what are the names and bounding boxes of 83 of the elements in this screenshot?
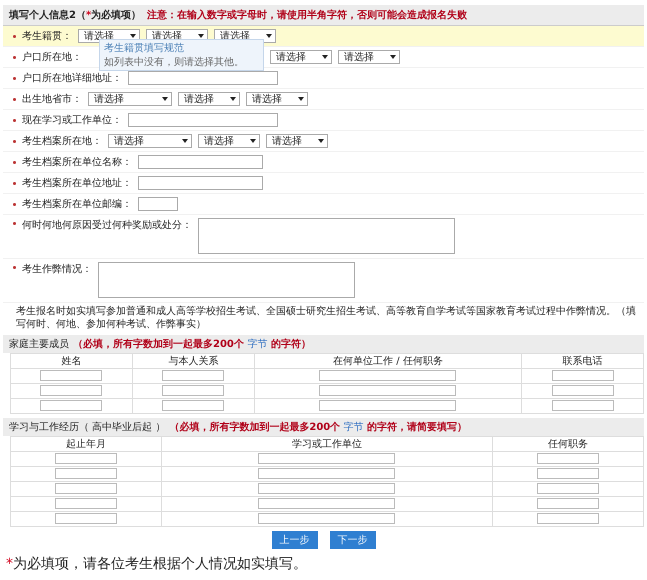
caret-icon [230, 97, 236, 101]
input-field[interactable] [138, 197, 178, 211]
input-field[interactable] [128, 71, 278, 85]
column-header: 起止年月 [10, 436, 162, 452]
dropdown[interactable]: 请选择 [178, 92, 240, 106]
column-header: 在何单位工作 / 任何职务 [254, 354, 522, 368]
input-field[interactable] [258, 498, 396, 510]
field-label: 考生档案所在单位邮编： [22, 198, 132, 211]
tooltip-text: 如列表中没有，则请选择其他。 [104, 56, 245, 69]
dropdown[interactable]: 请选择 [266, 134, 328, 148]
warning-text: 注意：在输入数字或字母时，请使用半角字符，否则可能会造成报名失败 [147, 8, 468, 22]
input-field[interactable] [536, 468, 599, 480]
input-field[interactable] [319, 400, 456, 412]
caret-icon [390, 55, 396, 59]
field-label: 户口所在地： [22, 50, 82, 64]
footer-note: *为必填项，请各位考生根据个人情况如实填写。 [6, 555, 308, 573]
input-field[interactable] [55, 468, 118, 480]
section-title: 学习与工作经历（ 高中毕业后起 ） [9, 420, 166, 434]
input-field[interactable] [55, 453, 118, 464]
input-field[interactable] [552, 370, 614, 382]
input-field[interactable] [552, 385, 614, 396]
field-label: 出生地省市： [22, 92, 82, 106]
dropdown[interactable]: 请选择 [338, 50, 400, 64]
caret-icon [250, 139, 256, 143]
dropdown[interactable]: 请选择 [246, 92, 308, 106]
dropdown[interactable]: 请选择 [198, 134, 260, 148]
input-field[interactable] [258, 453, 396, 464]
section-title: 家庭主要成员 [9, 338, 69, 351]
caret-icon [298, 97, 304, 101]
input-field[interactable] [40, 370, 102, 382]
bytes-link[interactable]: 字节 [344, 422, 364, 433]
input-field[interactable] [128, 113, 278, 127]
dropdown[interactable]: 请选择 [270, 50, 332, 64]
step-button[interactable]: 上一步 [272, 531, 318, 549]
text-area[interactable] [98, 262, 355, 298]
section-title: 填写个人信息2（*为必填项） [9, 8, 142, 22]
input-field[interactable] [536, 453, 599, 464]
field-label: 考生档案所在单位名称： [22, 156, 132, 169]
caret-icon [182, 139, 188, 143]
text-area[interactable] [198, 218, 455, 254]
tooltip-title: 考生籍贯填写规范 [104, 42, 185, 55]
input-field[interactable] [258, 483, 396, 494]
input-field[interactable] [55, 498, 118, 510]
input-field[interactable] [138, 176, 263, 190]
caret-icon [162, 97, 168, 101]
column-header: 联系电话 [522, 354, 644, 368]
input-field[interactable] [536, 513, 599, 524]
bytes-link[interactable]: 字节 [247, 339, 268, 350]
input-field[interactable] [162, 385, 224, 396]
input-field[interactable] [319, 370, 456, 382]
input-field[interactable] [138, 155, 263, 169]
section-note: （必填，所有字数加到一起最多200个 字节 的字符） [73, 337, 311, 351]
column-header: 与本人关系 [132, 354, 254, 368]
caret-icon [266, 34, 272, 38]
input-field[interactable] [552, 400, 614, 412]
input-field[interactable] [536, 498, 599, 510]
field-label: 何时何地何原因受过何种奖励或处分： [22, 218, 192, 232]
input-field[interactable] [258, 513, 396, 524]
field-label: 户口所在地详细地址： [22, 72, 122, 85]
caret-icon [322, 55, 328, 59]
column-header: 姓名 [10, 354, 132, 368]
column-header: 任何职务 [492, 436, 644, 452]
cheat-note: 考生报名时如实填写参加普通和成人高等学校招生考试、全国硕士研究生招生考试、高等教育自学考试等国家教育考试过程中作弊情况。（填写何时、何地、参加何种考试、作弊事实） [15, 305, 637, 331]
section-note: （必填，所有字数加到一起最多200个 字节 的字符，请简要填写） [169, 420, 468, 434]
dropdown[interactable]: 请选择 [108, 134, 192, 148]
field-label: 考生作弊情况： [22, 262, 92, 276]
input-field[interactable] [536, 483, 599, 494]
field-label: 考生档案所在地： [22, 134, 102, 148]
field-label: 考生籍贯： [22, 30, 72, 43]
caret-icon [318, 139, 324, 143]
dropdown[interactable]: 请选择 [88, 92, 172, 106]
column-header: 学习或工作单位 [162, 436, 492, 452]
input-field[interactable] [162, 400, 224, 412]
input-field[interactable] [40, 385, 102, 396]
field-label: 考生档案所在单位地址： [22, 176, 132, 190]
step-button[interactable]: 下一步 [330, 531, 376, 549]
input-field[interactable] [258, 468, 396, 480]
input-field[interactable] [40, 400, 102, 412]
field-label: 现在学习或工作单位： [22, 114, 122, 127]
input-field[interactable] [55, 483, 118, 494]
input-field[interactable] [55, 513, 118, 524]
input-field[interactable] [319, 385, 456, 396]
input-field[interactable] [162, 370, 224, 382]
